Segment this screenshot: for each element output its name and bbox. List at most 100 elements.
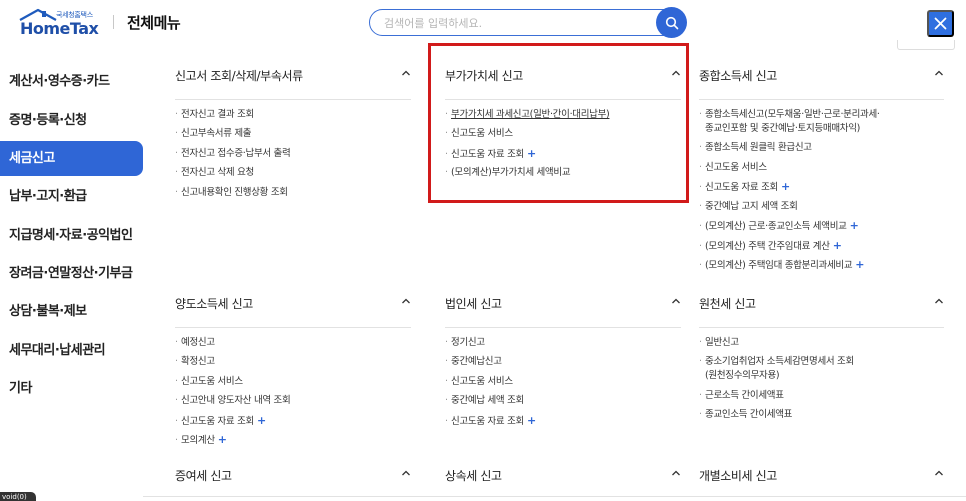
section-title: 양도소득세 신고	[175, 297, 253, 311]
plus-icon[interactable]: +	[855, 258, 864, 271]
list-item[interactable]: · 신고도움 서비스	[699, 161, 767, 174]
list-item[interactable]: · 중소기업취업자 소득세감면명세서 조회	[699, 355, 854, 368]
list-item[interactable]: · 신고도움 자료 조회 +	[699, 180, 790, 194]
list-item-label: 신고도움 자료 조회	[451, 416, 524, 427]
list-item[interactable]: · 신고도움 자료 조회 +	[445, 147, 536, 161]
list-item[interactable]: · 신고도움 자료 조회 +	[175, 414, 266, 428]
list-item[interactable]: · 예정신고	[175, 336, 215, 349]
list-item[interactable]: · 전자신고 접수증·납부서 출력	[175, 147, 291, 160]
list-item-label: 모의계산	[181, 435, 215, 446]
list-item-label: 신고도움 자료 조회	[181, 416, 254, 427]
sidebar-item-consult[interactable]: 상담·불복·제보	[0, 294, 143, 329]
sidebar-item-tax-filing[interactable]: 세금신고	[0, 141, 143, 176]
chevron-up-icon	[935, 470, 943, 476]
list-item[interactable]: · 종합소득세신고(모두채움·일반·근로·분리과세·	[699, 108, 880, 121]
list-item[interactable]: · 신고도움 서비스	[445, 375, 513, 388]
list-item[interactable]: · 전자신고 삭제 요청	[175, 166, 254, 179]
sidebar-item-invoice[interactable]: 계산서·영수증·카드	[0, 64, 143, 99]
plus-icon[interactable]: +	[257, 414, 266, 427]
plus-icon[interactable]: +	[850, 219, 859, 232]
section-title: 증여세 신고	[175, 469, 232, 483]
list-item[interactable]: · 신고도움 자료 조회 +	[445, 414, 536, 428]
list-item[interactable]: · 중간예납 고지 세액 조회	[699, 200, 798, 213]
list-item[interactable]: · 중간예납신고	[445, 355, 502, 368]
list-item[interactable]: · 신고도움 서비스	[175, 375, 243, 388]
hometax-logo[interactable]: 국세청홈택스 HomeTax	[18, 8, 112, 38]
list-item[interactable]: · (모의계산) 주택임대 종합분리과세비교 +	[699, 258, 865, 272]
list-item-label: 중간예납 세액 조회	[451, 395, 524, 406]
header-divider	[113, 15, 114, 29]
close-button[interactable]	[927, 10, 954, 37]
list-item[interactable]: · 종교인소득 간이세액표	[699, 408, 792, 421]
section-title: 부가가치세 신고	[445, 69, 523, 83]
list-item-label: 종교인소득 간이세액표	[705, 409, 793, 420]
list-item-label: 예정신고	[181, 337, 215, 348]
section-header[interactable]: 증여세 신고	[175, 460, 411, 496]
status-tooltip: void(0)	[0, 492, 36, 501]
list-item[interactable]: · 확정신고	[175, 355, 215, 368]
section-header[interactable]: 종합소득세 신고	[699, 60, 944, 100]
list-item-label: 신고부속서류 제출	[181, 128, 252, 139]
section-header[interactable]: 법인세 신고	[445, 288, 681, 328]
section-header[interactable]: 양도소득세 신고	[175, 288, 411, 328]
list-item[interactable]: · 신고도움 서비스	[445, 127, 513, 140]
list-item-label: 전자신고 결과 조회	[181, 109, 254, 120]
list-item[interactable]: · 정기신고	[445, 336, 485, 349]
list-item-label: 전자신고 삭제 요청	[181, 167, 254, 178]
section-title: 상속세 신고	[445, 469, 502, 483]
chevron-up-icon	[935, 298, 943, 304]
search-button[interactable]	[656, 7, 687, 38]
list-item[interactable]: · 중간예납 세액 조회	[445, 394, 524, 407]
list-item-label: (모의계산)부가가치세 세액비교	[451, 167, 571, 178]
plus-icon[interactable]: +	[833, 239, 842, 252]
sidebar-item-payment[interactable]: 납부·고지·환급	[0, 179, 143, 214]
list-item[interactable]: · 부가가치세 과세신고(일반·간이·대리납부)	[445, 108, 610, 121]
list-item-label: 전자신고 접수증·납부서 출력	[181, 148, 291, 159]
list-item[interactable]: · 모의계산 +	[175, 433, 227, 447]
list-item-label: 중간예납신고	[451, 356, 502, 367]
chevron-up-icon	[672, 70, 680, 76]
chevron-up-icon	[935, 70, 943, 76]
list-item[interactable]: · 신고부속서류 제출	[175, 127, 252, 140]
section-header[interactable]: 상속세 신고	[445, 460, 681, 496]
list-item[interactable]: · 일반신고	[699, 336, 739, 349]
list-item-continued[interactable]: (원천징수의무자용)	[705, 369, 780, 382]
list-item[interactable]: · (모의계산)부가가치세 세액비교	[445, 166, 571, 179]
sidebar-item-incentive[interactable]: 장려금·연말정산·기부금	[0, 256, 143, 291]
list-item-continued[interactable]: 종교인포함 및 중간예납·토지등매매차익)	[705, 122, 860, 135]
list-item[interactable]: · (모의계산) 근로·종교인소득 세액비교 +	[699, 219, 859, 233]
list-item[interactable]: · (모의계산) 주택 간주임대료 계산 +	[699, 239, 842, 253]
list-item-label: 종합소득세신고(모두채움·일반·근로·분리과세·	[705, 109, 880, 120]
close-icon	[934, 17, 947, 30]
sidebar-item-payment-statement[interactable]: 지급명세·자료·공익법인	[0, 218, 143, 253]
chevron-up-icon	[402, 470, 410, 476]
sidebar-item-tax-agent[interactable]: 세무대리·납세관리	[0, 333, 143, 368]
list-item[interactable]: · 신고안내 양도자산 내역 조회	[175, 394, 291, 407]
sidebar-item-certificate[interactable]: 증명·등록·신청	[0, 103, 143, 138]
section-title: 종합소득세 신고	[699, 69, 777, 83]
section-title: 신고서 조회/삭제/부속서류	[175, 69, 303, 83]
section-header[interactable]: 신고서 조회/삭제/부속서류	[175, 60, 411, 100]
chevron-up-icon	[672, 470, 680, 476]
sidebar-item-etc[interactable]: 기타	[0, 371, 143, 406]
plus-icon[interactable]: +	[218, 433, 227, 446]
list-item[interactable]: · 신고내용확인 진행상황 조회	[175, 186, 288, 199]
plus-icon[interactable]: +	[527, 414, 536, 427]
list-item[interactable]: · 전자신고 결과 조회	[175, 108, 254, 121]
section-header[interactable]: 원천세 신고	[699, 288, 944, 328]
header: 국세청홈택스 HomeTax 전체메뉴	[0, 0, 966, 50]
list-item[interactable]: · 근로소득 간이세액표	[699, 389, 784, 402]
plus-icon[interactable]: +	[781, 180, 790, 193]
list-item[interactable]: · 종합소득세 원클릭 환급신고	[699, 141, 812, 154]
list-item-label: 종교인포함 및 중간예납·토지등매매차익)	[705, 123, 861, 134]
search-input[interactable]	[384, 14, 654, 32]
section-divider	[143, 496, 966, 497]
section-header[interactable]: 부가가치세 신고	[445, 60, 681, 100]
plus-icon[interactable]: +	[527, 147, 536, 160]
list-item-label: (모의계산) 주택임대 종합분리과세비교	[705, 260, 853, 271]
section-header[interactable]: 개별소비세 신고	[699, 460, 944, 496]
list-item-label: 신고내용확인 진행상황 조회	[181, 187, 288, 198]
section-title: 법인세 신고	[445, 297, 502, 311]
list-item-label: 일반신고	[705, 337, 739, 348]
list-item-label: 부가가치세 과세신고(일반·간이·대리납부)	[451, 109, 610, 120]
